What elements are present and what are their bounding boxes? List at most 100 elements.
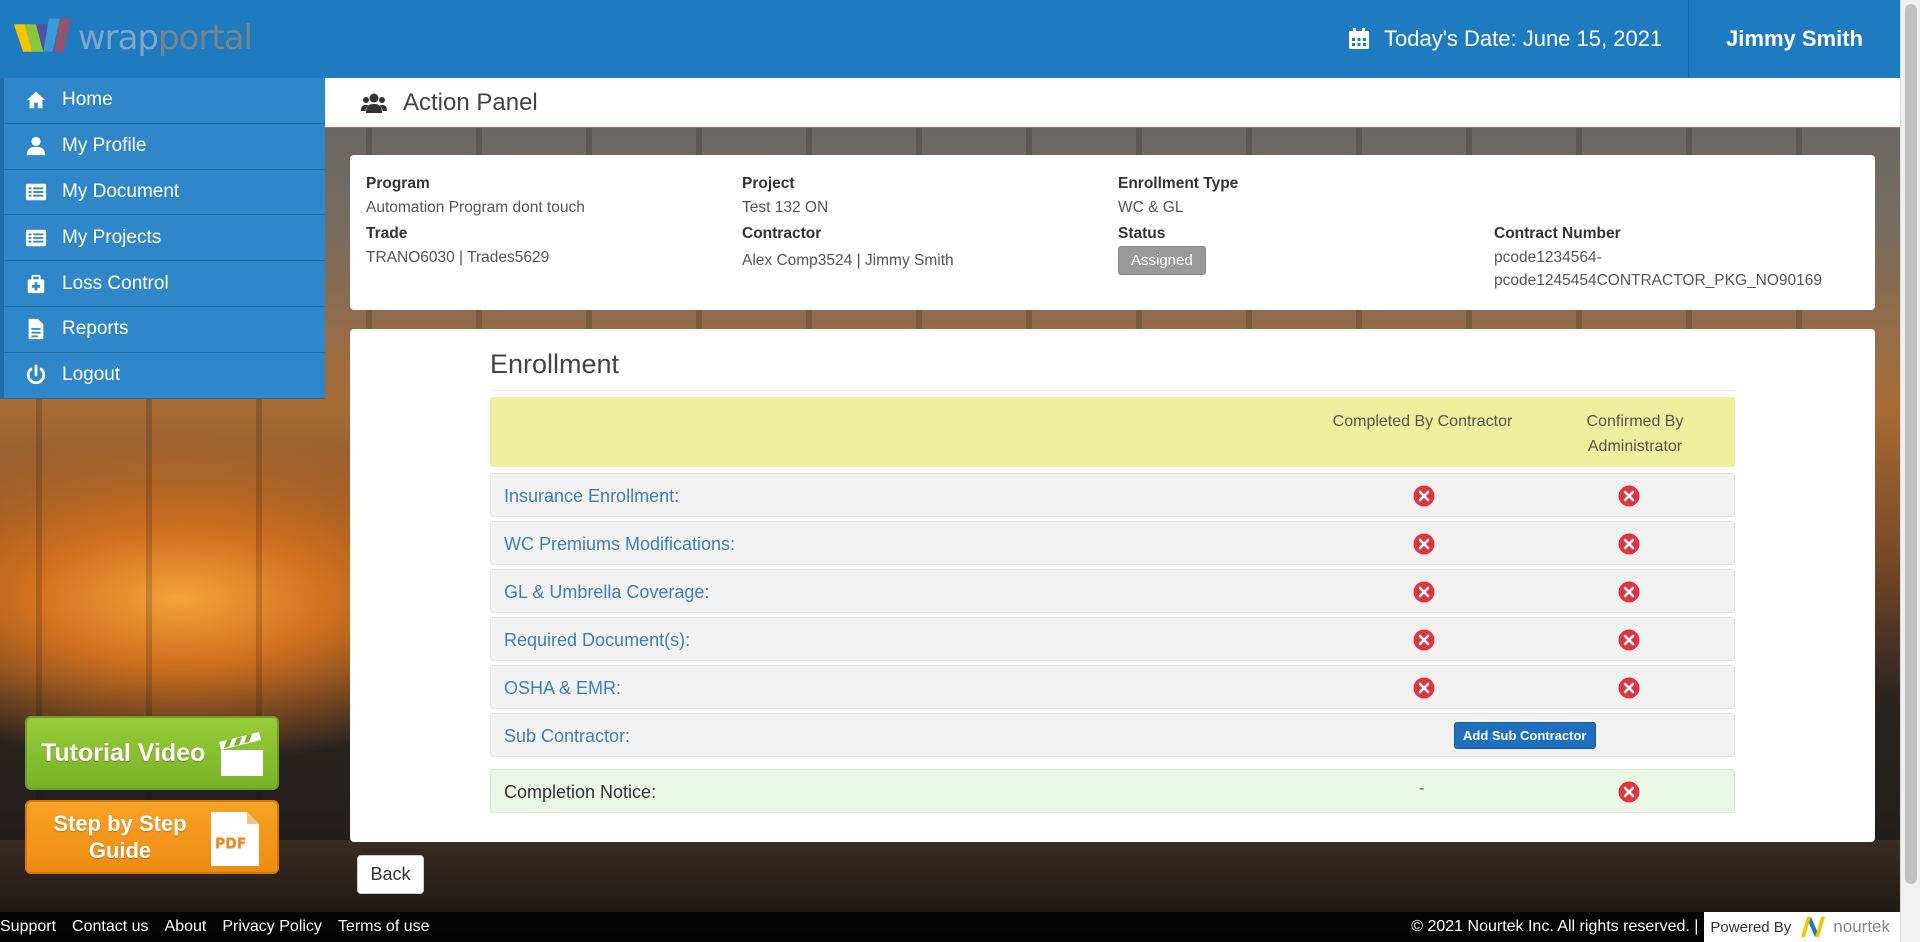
powered-by-label: Powered By	[1710, 918, 1792, 936]
table-row-sub-contractor: Sub Contractor: Add Sub Contractor	[490, 713, 1735, 757]
col-confirmed-by-administrator: Confirmed By Administrator	[1586, 413, 1684, 455]
trade-field: Trade TRANO6030 | Trades5629	[366, 225, 549, 269]
calendar-icon	[1349, 28, 1369, 49]
guide-label: Step by Step Guide	[53, 811, 187, 863]
trade-value: TRANO6030 | Trades5629	[366, 249, 550, 266]
sidebar-item-label: Reports	[62, 318, 129, 340]
sidebar-item-label: My Projects	[62, 226, 162, 248]
footer-link-contact-us[interactable]: Contact us	[72, 918, 148, 936]
x-circle-icon	[1413, 581, 1435, 603]
tutorial-video-button[interactable]: Tutorial Video	[25, 716, 279, 790]
nourtek-logo-icon	[1801, 917, 1826, 937]
pdf-icon: PDF	[211, 812, 259, 866]
footer-link-support[interactable]: Support	[0, 918, 56, 936]
sidebar-item-my-projects[interactable]: My Projects	[0, 215, 325, 262]
insurance-enrollment-link[interactable]: Insurance Enrollment:	[504, 474, 679, 518]
x-circle-icon	[1618, 581, 1640, 603]
table-row-required-documents: Required Document(s):	[490, 617, 1735, 661]
completion-notice-label: Completion Notice:	[504, 781, 657, 802]
sidebar-item-my-document[interactable]: My Document	[0, 169, 325, 216]
table-row-completion-notice: Completion Notice: -	[490, 769, 1735, 813]
logo-text: wrapportal	[77, 18, 253, 58]
program-label: Program	[366, 175, 430, 192]
sidebar-item-label: Home	[62, 89, 113, 111]
home-icon	[24, 89, 48, 111]
x-circle-icon	[1413, 485, 1435, 507]
user-menu[interactable]: Jimmy Smith	[1689, 0, 1900, 78]
contractor-value: Alex Comp3524 | Jimmy Smith	[742, 252, 954, 269]
status-label: Status	[1118, 225, 1166, 242]
sidebar-item-label: Loss Control	[62, 272, 169, 294]
todays-date: Today's Date: June 15, 2021	[1348, 0, 1688, 78]
enrollment-type-field: Enrollment Type WC & GL	[1118, 175, 1238, 219]
x-circle-icon	[1413, 629, 1435, 651]
table-row-osha-emr: OSHA & EMR:	[490, 665, 1735, 709]
back-button[interactable]: Back	[357, 855, 424, 894]
sidebar-item-reports[interactable]: Reports	[0, 306, 325, 353]
footer: Support Contact us About Privacy Policy …	[0, 912, 1900, 942]
page-title: Action Panel	[403, 88, 538, 116]
status-field: Status Assigned	[1118, 225, 1206, 275]
footer-link-terms-of-use[interactable]: Terms of use	[338, 918, 430, 936]
contractor-label: Contractor	[742, 225, 822, 242]
wc-premiums-link[interactable]: WC Premiums Modifications:	[504, 522, 735, 566]
footer-links: Support Contact us About Privacy Policy …	[0, 918, 446, 936]
svg-text:PDF: PDF	[215, 836, 246, 852]
enrollment-title: Enrollment	[490, 349, 1735, 391]
sidebar-item-logout[interactable]: Logout	[0, 352, 325, 399]
x-circle-icon	[1618, 533, 1640, 555]
page-scrollbar[interactable]	[1900, 0, 1920, 942]
date-text: Today's Date: June 15, 2021	[1384, 26, 1663, 51]
col-completed-by-contractor: Completed By Contractor	[1332, 413, 1513, 430]
osha-emr-link[interactable]: OSHA & EMR:	[504, 666, 621, 710]
enrollment-info-card: Program Automation Program dont touch Pr…	[350, 155, 1875, 310]
x-circle-icon	[1413, 533, 1435, 555]
wrapportal-logo[interactable]: wrapportal	[12, 12, 253, 64]
top-header: wrapportal Today's Date: June 15, 2021 J…	[0, 0, 1900, 78]
sidebar-item-label: My Document	[62, 180, 180, 202]
enrollment-table: Completed By Contractor Confirmed By Adm…	[490, 397, 1735, 813]
project-field: Project Test 132 ON	[742, 175, 828, 219]
user-icon	[24, 135, 48, 157]
logo-mark-icon	[13, 18, 71, 52]
footer-right: © 2021 Nourtek Inc. All rights reserved.…	[1411, 912, 1900, 942]
gl-umbrella-link[interactable]: GL & Umbrella Coverage:	[504, 570, 709, 614]
contract-number-line1: pcode1234564-	[1494, 249, 1602, 266]
sub-contractor-link[interactable]: Sub Contractor:	[504, 714, 630, 758]
table-row-gl-umbrella: GL & Umbrella Coverage:	[490, 569, 1735, 613]
sidebar-item-my-profile[interactable]: My Profile	[0, 123, 325, 170]
list-icon	[24, 227, 48, 249]
program-value: Automation Program dont touch	[366, 199, 585, 216]
contract-number-label: Contract Number	[1494, 225, 1621, 242]
copyright-text: © 2021 Nourtek Inc. All rights reserved.…	[1411, 918, 1699, 935]
table-row-wc-premiums: WC Premiums Modifications:	[490, 521, 1735, 565]
sidebar-item-label: My Profile	[62, 135, 147, 157]
file-icon	[24, 318, 48, 340]
project-value: Test 132 ON	[742, 199, 829, 216]
trade-label: Trade	[366, 225, 408, 242]
enrollment-card: Enrollment Completed By Contractor Confi…	[350, 329, 1875, 842]
contractor-field: Contractor Alex Comp3524 | Jimmy Smith	[742, 225, 954, 272]
enrollment-type-value: WC & GL	[1118, 199, 1184, 216]
required-documents-link[interactable]: Required Document(s):	[504, 618, 690, 662]
x-circle-icon	[1618, 629, 1640, 651]
enrollment-table-header: Completed By Contractor Confirmed By Adm…	[490, 397, 1735, 467]
add-sub-contractor-button[interactable]: Add Sub Contractor	[1454, 722, 1596, 749]
sidebar-item-loss-control[interactable]: Loss Control	[0, 261, 325, 307]
sidebar-nav: Home My Profile My Document My Projects …	[0, 78, 325, 399]
footer-link-about[interactable]: About	[165, 918, 207, 936]
scrollbar-thumb[interactable]	[1905, 4, 1917, 884]
action-panel-header: Action Panel	[325, 78, 1900, 128]
project-label: Project	[742, 175, 795, 192]
step-by-step-guide-button[interactable]: Step by Step Guide PDF	[25, 800, 279, 874]
medkit-icon	[24, 273, 48, 295]
sidebar-item-home[interactable]: Home	[0, 78, 325, 124]
list-icon	[24, 181, 48, 203]
tutorial-video-label: Tutorial Video	[41, 738, 206, 767]
x-circle-icon	[1618, 485, 1640, 507]
powered-by-nourtek[interactable]: Powered By nourtek	[1704, 912, 1900, 942]
completion-contractor-value: -	[1419, 780, 1425, 797]
contract-number-line2: pcode1245454CONTRACTOR_PKG_NO90169	[1494, 272, 1822, 289]
enrollment-type-label: Enrollment Type	[1118, 175, 1239, 192]
footer-link-privacy-policy[interactable]: Privacy Policy	[222, 918, 322, 936]
